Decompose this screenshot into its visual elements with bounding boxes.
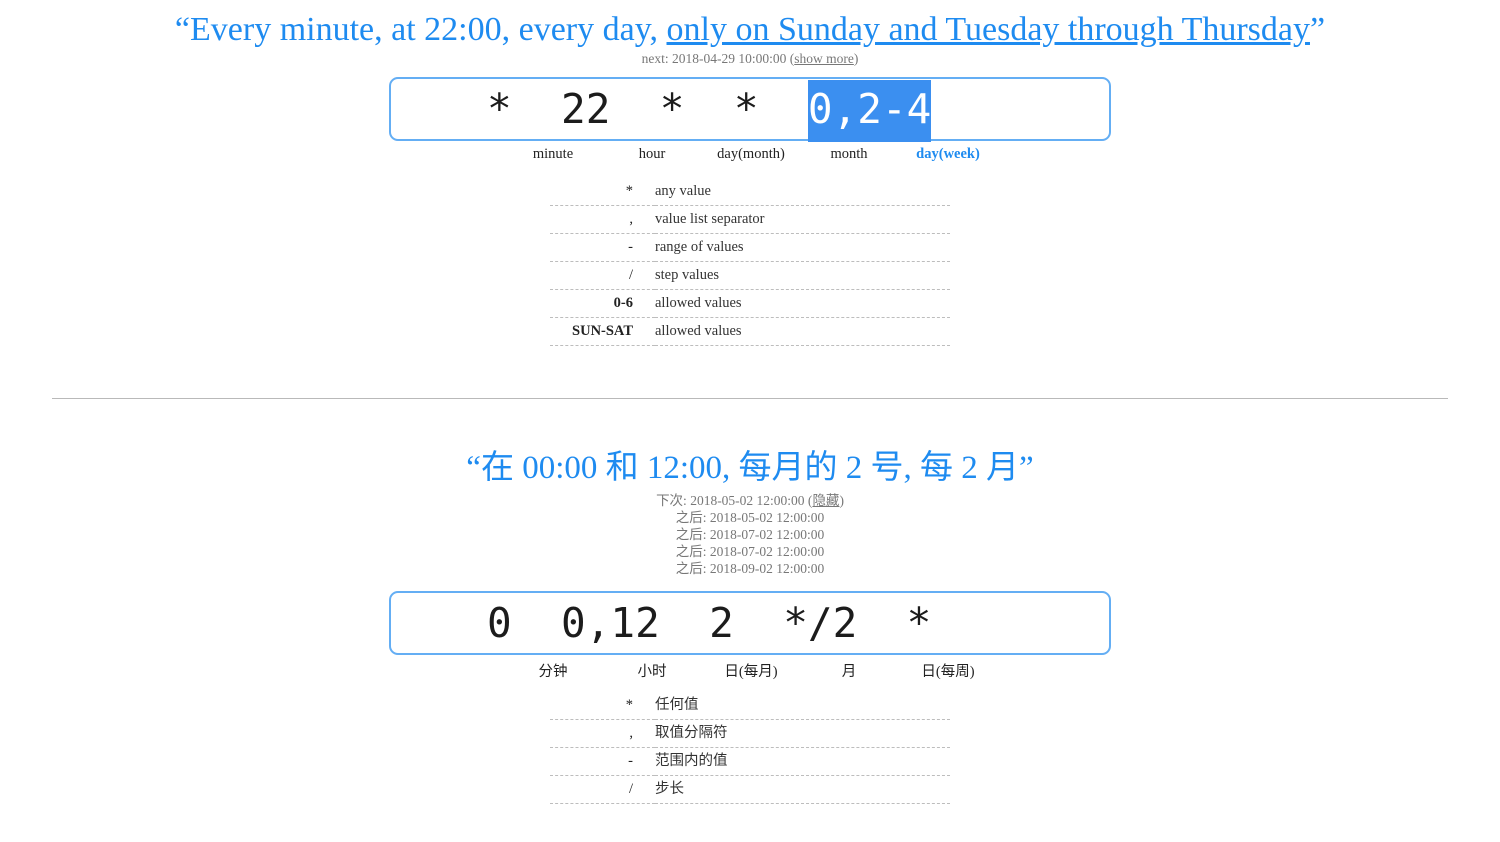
show-more-link[interactable]: show more — [794, 51, 854, 66]
legend-description: allowed values — [655, 289, 950, 318]
field-label-hour[interactable]: hour — [639, 146, 666, 163]
section-divider — [52, 398, 1448, 399]
cron-expression-editor-page: “Every minute, at 22:00, every day, only… — [0, 0, 1500, 842]
cron-expression-input-english[interactable]: * 22 * * 0,2-4 — [389, 77, 1111, 141]
legend-row: - 范围内的值 — [550, 747, 950, 776]
cron-field-labels-chinese: 分钟 小时 日(每月) 月 日(每周) — [389, 660, 1111, 684]
field-label-minute[interactable]: 分钟 — [539, 660, 568, 681]
next-run-label: next: 2018-04-29 10:00:00 ( — [641, 51, 795, 66]
legend-symbol: 0-6 — [550, 289, 655, 318]
headline-prefix-text: “在 00:00 和 12:00, 每月的 2 号, 每 2 月 — [466, 450, 1020, 486]
cron-description-headline-chinese: “在 00:00 和 12:00, 每月的 2 号, 每 2 月” — [0, 440, 1500, 488]
cron-section-english: “Every minute, at 22:00, every day, only… — [0, 0, 1500, 346]
cron-syntax-legend-chinese: * 任何值 , 取值分隔符 - 范围内的值 / 步长 — [550, 692, 950, 804]
field-label-hour[interactable]: 小时 — [638, 660, 667, 681]
legend-row: / 步长 — [550, 775, 950, 804]
legend-row: * any value — [550, 178, 950, 206]
next-run-extra-line: 之后: 2018-05-02 12:00:00 — [675, 510, 825, 525]
legend-description: 步长 — [655, 775, 950, 804]
cron-text-selected-day-of-week[interactable]: 0,2-4 — [807, 83, 932, 137]
field-label-day-week[interactable]: 日(每周) — [921, 660, 974, 681]
headline-suffix-text: ” — [1019, 450, 1034, 486]
next-run-info-chinese: 下次: 2018-05-02 12:00:00 (隐藏) 之后: 2018-05… — [0, 492, 1500, 577]
next-run-extra-line: 之后: 2018-07-02 12:00:00 — [675, 527, 825, 542]
legend-symbol: SUN-SAT — [550, 317, 655, 346]
legend-row: , value list separator — [550, 205, 950, 234]
legend-description: step values — [655, 261, 950, 290]
legend-description: allowed values — [655, 317, 950, 346]
cron-text-unselected: 0 0,12 2 */2 * — [487, 599, 932, 647]
next-run-label: 下次: 2018-05-02 12:00:00 ( — [656, 493, 813, 508]
legend-row: SUN-SAT allowed values — [550, 317, 950, 346]
next-run-extra-line: 之后: 2018-09-02 12:00:00 — [675, 561, 825, 576]
field-label-day-month[interactable]: 日(每月) — [724, 660, 777, 681]
headline-prefix-text: “Every minute, at 22:00, every day, — [174, 11, 667, 48]
next-run-extra-line: 之后: 2018-07-02 12:00:00 — [675, 544, 825, 559]
headline-highlighted-clause: only on Sunday and Tuesday through Thurs… — [666, 11, 1310, 48]
cron-syntax-legend-english: * any value , value list separator - ran… — [550, 178, 950, 346]
next-run-label-close: ) — [839, 493, 844, 508]
legend-row: , 取值分隔符 — [550, 719, 950, 748]
field-label-minute[interactable]: minute — [533, 146, 573, 163]
legend-row: 0-6 allowed values — [550, 289, 950, 318]
cron-input-wrapper-chinese: 0 0,12 2 */2 * — [0, 591, 1500, 655]
cron-expression-text-chinese[interactable]: 0 0,12 2 */2 * — [391, 593, 931, 653]
legend-row: - range of values — [550, 233, 950, 262]
field-label-month[interactable]: month — [830, 146, 867, 163]
legend-description: range of values — [655, 233, 950, 262]
legend-symbol: / — [550, 775, 655, 804]
legend-symbol: / — [550, 261, 655, 290]
legend-row: / step values — [550, 261, 950, 290]
cron-description-headline-english: “Every minute, at 22:00, every day, only… — [0, 0, 1500, 50]
cron-expression-text-english[interactable]: * 22 * * 0,2-4 — [391, 79, 932, 139]
legend-symbol: , — [550, 205, 655, 234]
cron-text-unselected: * 22 * * — [487, 85, 808, 133]
legend-symbol: , — [550, 719, 655, 748]
cron-section-chinese: “在 00:00 和 12:00, 每月的 2 号, 每 2 月” 下次: 20… — [0, 440, 1500, 804]
legend-symbol: - — [550, 233, 655, 262]
field-label-day-month[interactable]: day(month) — [717, 146, 785, 163]
headline-suffix-text: ” — [1309, 11, 1326, 48]
legend-symbol: * — [550, 692, 655, 720]
field-label-day-week[interactable]: day(week) — [916, 146, 980, 163]
next-run-primary-line: 下次: 2018-05-02 12:00:00 (隐藏) — [0, 492, 1500, 509]
next-run-label-close: ) — [853, 51, 859, 66]
legend-symbol: * — [550, 178, 655, 206]
legend-description: 范围内的值 — [655, 747, 950, 776]
legend-row: * 任何值 — [550, 692, 950, 720]
next-run-info-english: next: 2018-04-29 10:00:00 (show more) — [0, 50, 1500, 67]
legend-description: any value — [655, 178, 950, 206]
field-label-month[interactable]: 月 — [842, 660, 857, 681]
legend-symbol: - — [550, 747, 655, 776]
cron-expression-input-chinese[interactable]: 0 0,12 2 */2 * — [389, 591, 1111, 655]
hide-link[interactable]: 隐藏 — [812, 493, 839, 508]
cron-field-labels-english: minute hour day(month) month day(week) — [389, 146, 1111, 170]
legend-description: 任何值 — [655, 692, 950, 720]
cron-input-wrapper-english: * 22 * * 0,2-4 — [0, 77, 1500, 141]
legend-description: 取值分隔符 — [655, 719, 950, 748]
legend-description: value list separator — [655, 205, 950, 234]
